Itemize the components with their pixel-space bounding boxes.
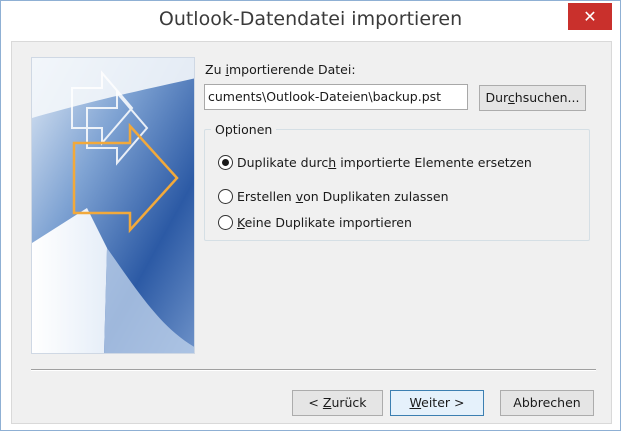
options-legend: Optionen bbox=[211, 122, 277, 137]
file-field-label: Zu importierende Datei: bbox=[205, 62, 356, 77]
button-separator bbox=[31, 369, 596, 371]
window-title: Outlook-Datendatei importieren bbox=[158, 8, 463, 30]
dialog-window: Outlook-Datendatei importieren ✕ Zu impo… bbox=[0, 0, 621, 431]
radio-button[interactable] bbox=[218, 214, 233, 230]
next-button[interactable]: Weiter > bbox=[390, 390, 484, 416]
radio-button[interactable] bbox=[218, 188, 233, 204]
radio-label: Keine Duplikate importieren bbox=[237, 214, 412, 230]
radio-label: Duplikate durch importierte Elemente ers… bbox=[237, 154, 532, 170]
browse-button[interactable]: Durchsuchen... bbox=[479, 85, 586, 111]
file-path-input[interactable]: cuments\Outlook-Dateien\backup.pst bbox=[204, 84, 468, 110]
title-bar: Outlook-Datendatei importieren ✕ bbox=[1, 1, 620, 41]
import-arrows-graphic bbox=[32, 58, 194, 353]
radio-button-checked[interactable] bbox=[218, 154, 233, 170]
close-icon: ✕ bbox=[583, 7, 597, 26]
back-button[interactable]: < Zurück bbox=[292, 390, 383, 416]
dialog-client-area: Zu importierende Datei: cuments\Outlook-… bbox=[11, 41, 612, 424]
cancel-button[interactable]: Abbrechen bbox=[500, 390, 594, 416]
radio-label: Erstellen von Duplikaten zulassen bbox=[237, 188, 449, 204]
radio-allow-duplicates[interactable]: Erstellen von Duplikaten zulassen bbox=[218, 187, 449, 205]
close-button[interactable]: ✕ bbox=[568, 3, 612, 30]
radio-replace-duplicates[interactable]: Duplikate durch importierte Elemente ers… bbox=[218, 153, 532, 171]
radio-no-duplicates[interactable]: Keine Duplikate importieren bbox=[218, 213, 412, 231]
wizard-graphic bbox=[31, 57, 195, 354]
